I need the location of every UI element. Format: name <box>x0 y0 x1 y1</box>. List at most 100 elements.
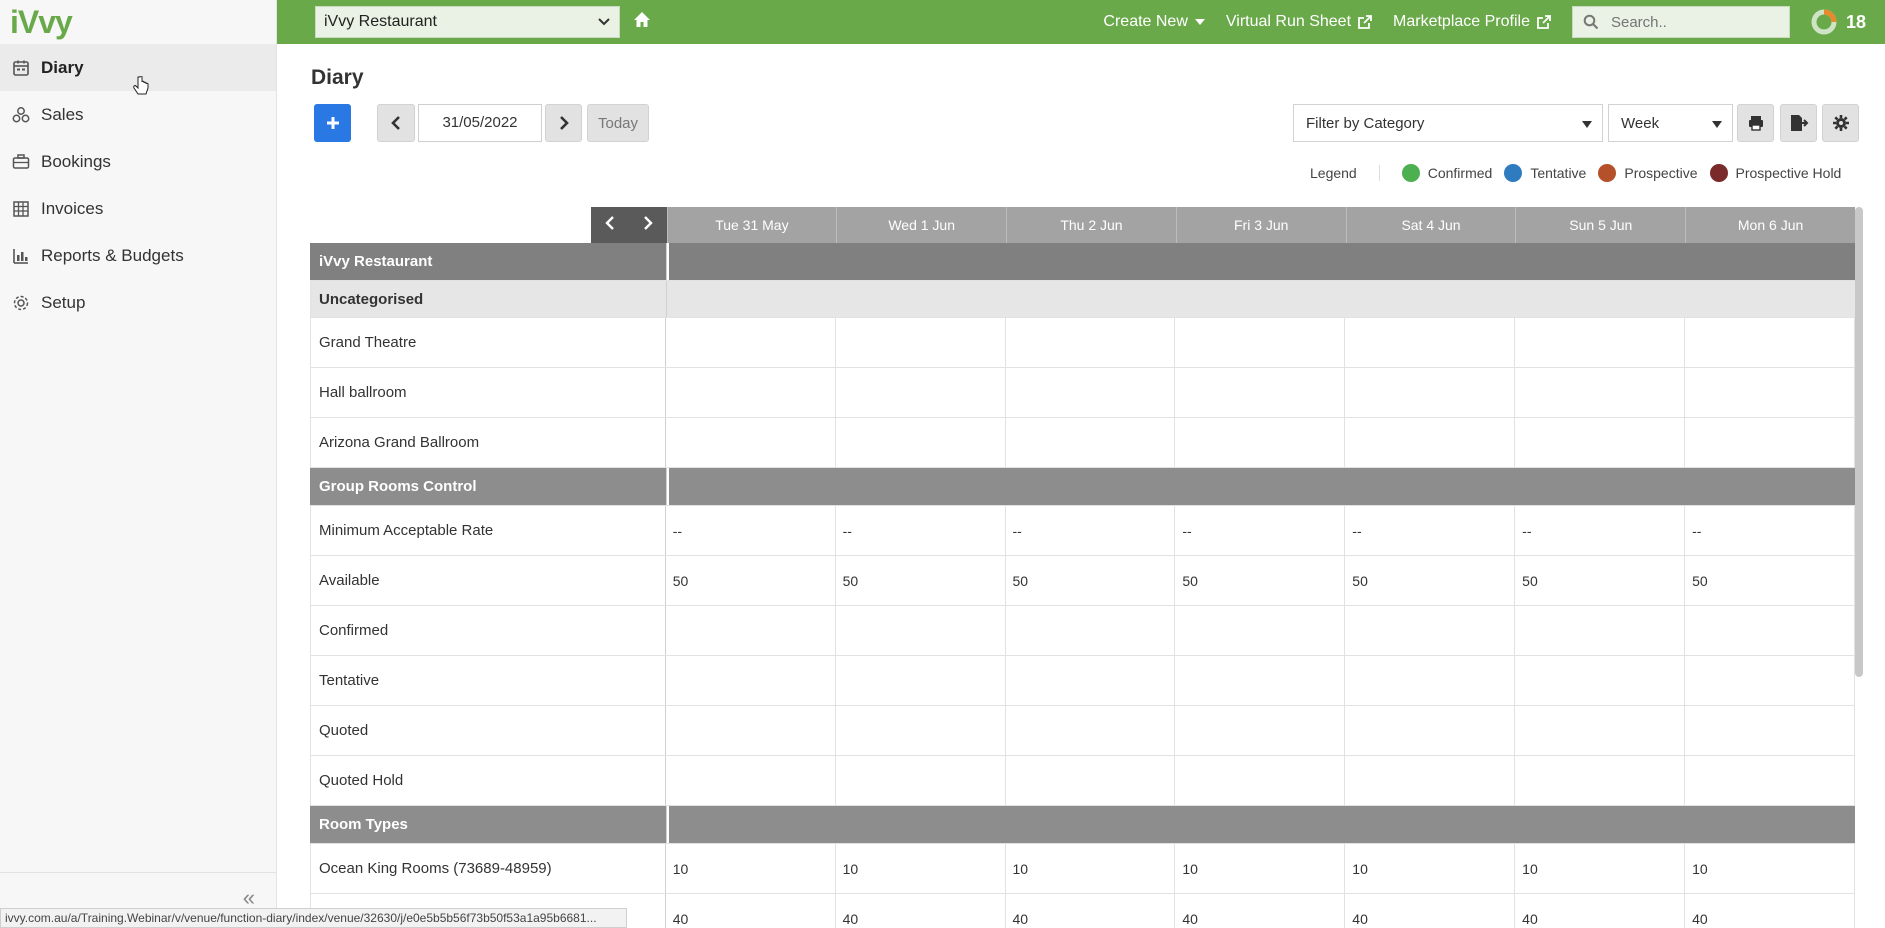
diary-cell[interactable] <box>1515 318 1686 367</box>
diary-cell[interactable] <box>1006 318 1176 367</box>
diary-cell[interactable] <box>666 656 836 705</box>
diary-cell[interactable]: 40 <box>1345 894 1516 928</box>
sidebar-item-invoices[interactable]: Invoices <box>0 185 276 232</box>
vertical-scrollbar[interactable] <box>1855 207 1863 677</box>
diary-cell[interactable] <box>1685 656 1855 705</box>
diary-cell[interactable]: 50 <box>836 556 1006 605</box>
marketplace-profile-link[interactable]: Marketplace Profile <box>1393 13 1552 31</box>
diary-cell[interactable] <box>1345 656 1516 705</box>
diary-cell[interactable] <box>836 706 1006 755</box>
diary-cell[interactable]: 50 <box>1685 556 1855 605</box>
diary-cell[interactable] <box>1515 706 1686 755</box>
diary-cell[interactable] <box>1175 606 1346 655</box>
virtual-run-sheet-link[interactable]: Virtual Run Sheet <box>1226 13 1373 31</box>
diary-cell[interactable] <box>666 606 836 655</box>
diary-cell[interactable] <box>666 368 836 417</box>
diary-cell[interactable] <box>1175 706 1346 755</box>
export-button[interactable] <box>1780 104 1817 142</box>
next-week-button[interactable] <box>545 104 582 142</box>
diary-cell[interactable] <box>1006 418 1176 467</box>
create-new-menu[interactable]: Create New <box>1103 13 1205 31</box>
diary-cell[interactable]: 40 <box>1006 894 1176 928</box>
diary-cell[interactable] <box>1006 706 1176 755</box>
diary-cell[interactable]: 50 <box>1345 556 1516 605</box>
diary-cell[interactable] <box>836 606 1006 655</box>
diary-cell[interactable]: -- <box>1515 506 1686 555</box>
sidebar-item-bookings[interactable]: Bookings <box>0 138 276 185</box>
date-input[interactable]: 31/05/2022 <box>418 104 542 142</box>
diary-cell[interactable] <box>666 418 836 467</box>
diary-cell[interactable] <box>1515 418 1686 467</box>
filter-by-category-select[interactable]: Filter by Category <box>1293 104 1603 142</box>
diary-cell[interactable] <box>1515 656 1686 705</box>
view-select[interactable]: Week <box>1608 104 1733 142</box>
diary-cell[interactable] <box>1515 606 1686 655</box>
add-button[interactable] <box>314 104 351 142</box>
diary-cell[interactable] <box>1006 368 1176 417</box>
diary-cell[interactable] <box>1345 756 1516 805</box>
print-button[interactable] <box>1737 104 1774 142</box>
diary-cell[interactable] <box>836 318 1006 367</box>
diary-cell[interactable] <box>1685 368 1855 417</box>
diary-cell[interactable] <box>1515 368 1686 417</box>
diary-cell[interactable] <box>1685 756 1855 805</box>
diary-cell[interactable]: 40 <box>1515 894 1686 928</box>
diary-cell[interactable]: 10 <box>1345 844 1516 893</box>
diary-cell[interactable]: -- <box>1006 506 1176 555</box>
diary-cell[interactable]: 40 <box>1175 894 1346 928</box>
diary-cell[interactable]: -- <box>1175 506 1346 555</box>
diary-cell[interactable]: -- <box>666 506 836 555</box>
diary-settings-button[interactable] <box>1822 104 1859 142</box>
diary-cell[interactable]: -- <box>1685 506 1855 555</box>
diary-cell[interactable] <box>1685 418 1855 467</box>
diary-cell[interactable]: 10 <box>1175 844 1346 893</box>
diary-cell[interactable] <box>1685 706 1855 755</box>
search-input[interactable] <box>1610 13 1771 31</box>
diary-cell[interactable] <box>1345 418 1516 467</box>
brand[interactable]: iVvy <box>0 0 276 44</box>
diary-cell[interactable] <box>1345 606 1516 655</box>
home-icon[interactable] <box>632 10 652 35</box>
diary-cell[interactable] <box>1515 756 1686 805</box>
diary-cell[interactable]: -- <box>1345 506 1516 555</box>
diary-cell[interactable]: 10 <box>836 844 1006 893</box>
diary-cell[interactable]: 10 <box>1685 844 1855 893</box>
venue-select[interactable]: iVvy Restaurant <box>315 6 620 38</box>
diary-cell[interactable] <box>1175 756 1346 805</box>
diary-cell[interactable] <box>1006 756 1176 805</box>
diary-cell[interactable]: 10 <box>1006 844 1176 893</box>
diary-cell[interactable] <box>836 756 1006 805</box>
diary-cell[interactable] <box>1685 318 1855 367</box>
diary-cell[interactable] <box>836 418 1006 467</box>
diary-cell[interactable] <box>1175 368 1346 417</box>
diary-cell[interactable]: 40 <box>836 894 1006 928</box>
diary-cell[interactable] <box>836 656 1006 705</box>
diary-cell[interactable] <box>1345 318 1516 367</box>
diary-cell[interactable] <box>1006 656 1176 705</box>
previous-week-button[interactable] <box>377 104 415 142</box>
diary-cell[interactable] <box>1345 368 1516 417</box>
notification-widget[interactable]: 18 <box>1810 8 1866 36</box>
diary-cell[interactable] <box>836 368 1006 417</box>
diary-cell[interactable]: 10 <box>666 844 836 893</box>
sidebar-item-reports[interactable]: Reports & Budgets <box>0 232 276 279</box>
diary-cell[interactable] <box>666 756 836 805</box>
diary-cell[interactable]: 50 <box>1515 556 1686 605</box>
diary-cell[interactable] <box>1345 706 1516 755</box>
diary-cell[interactable]: 50 <box>1006 556 1176 605</box>
diary-cell[interactable]: 40 <box>666 894 836 928</box>
diary-cell[interactable]: -- <box>836 506 1006 555</box>
diary-cell[interactable] <box>1175 656 1346 705</box>
scroll-right-icon[interactable] <box>642 215 654 236</box>
diary-cell[interactable]: 50 <box>1175 556 1346 605</box>
sidebar-item-setup[interactable]: Setup <box>0 279 276 326</box>
diary-cell[interactable]: 50 <box>666 556 836 605</box>
diary-cell[interactable]: 10 <box>1515 844 1686 893</box>
diary-cell[interactable] <box>1006 606 1176 655</box>
diary-cell[interactable] <box>1175 418 1346 467</box>
diary-cell[interactable] <box>1685 606 1855 655</box>
diary-cell[interactable] <box>666 318 836 367</box>
scroll-left-icon[interactable] <box>604 215 616 236</box>
today-button[interactable]: Today <box>587 104 649 142</box>
diary-cell[interactable]: 40 <box>1685 894 1855 928</box>
